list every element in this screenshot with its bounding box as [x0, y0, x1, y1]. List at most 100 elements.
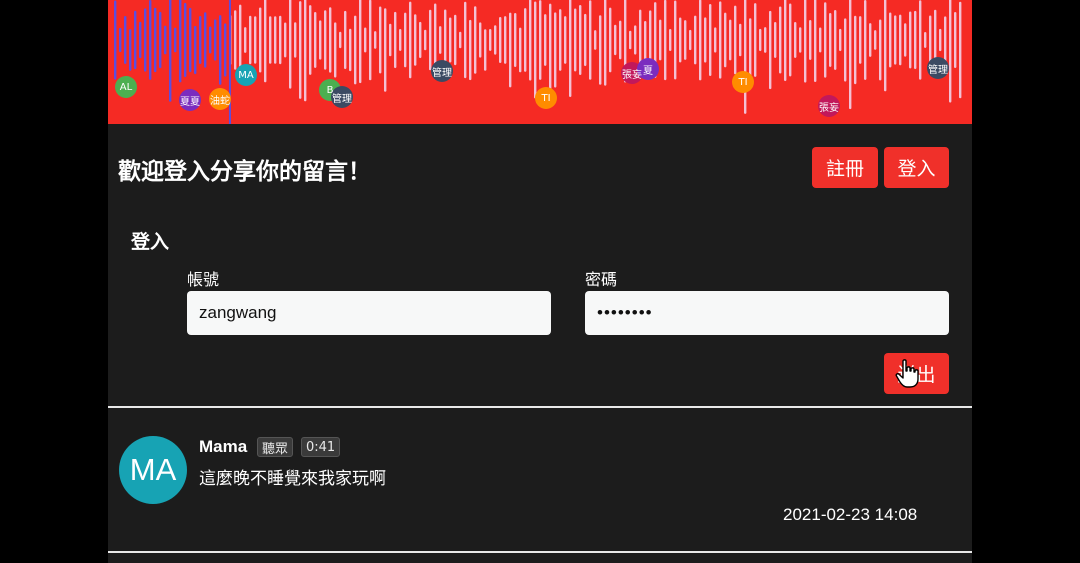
- waveform-bar: [254, 16, 257, 64]
- waveform-bar: [484, 29, 487, 71]
- waveform-bar: [169, 0, 172, 102]
- waveform-bar: [344, 10, 347, 70]
- waveform-bar: [834, 10, 837, 70]
- comment-marker-avatar[interactable]: MA: [235, 64, 257, 86]
- waveform-bar: [449, 17, 452, 63]
- comment-marker-label: 油蛇: [210, 95, 230, 107]
- comment-marker-label: 管理: [332, 93, 352, 105]
- waveform-bar: [629, 30, 632, 50]
- comment-marker-avatar[interactable]: 張妄: [621, 62, 643, 84]
- waveform-bar: [174, 27, 177, 53]
- comment-marker-avatar[interactable]: 管理: [431, 60, 453, 82]
- waveform-bar: [609, 7, 612, 73]
- waveform-bar: [334, 22, 337, 78]
- comment-marker-label: 張妄: [819, 102, 839, 114]
- waveform-bar: [694, 15, 697, 65]
- waveform-bar: [839, 28, 842, 52]
- waveform-bar: [149, 0, 152, 80]
- waveform-bar: [499, 16, 502, 64]
- login-form-heading: 登入: [131, 231, 170, 253]
- waveform-bar: [164, 25, 167, 55]
- password-input[interactable]: [585, 291, 949, 335]
- section-divider: [108, 551, 972, 553]
- waveform-bar: [199, 15, 202, 65]
- waveform-bar: [314, 12, 317, 68]
- login-button[interactable]: 登入: [884, 147, 949, 188]
- comment-marker-avatar[interactable]: AL: [115, 76, 137, 98]
- waveform-bar: [939, 28, 942, 52]
- comment-marker-avatar[interactable]: 張妄: [818, 95, 840, 117]
- waveform-bar: [539, 0, 542, 80]
- page-title: 歡迎登入分享你的留言！: [118, 159, 371, 185]
- waveform-bar: [754, 3, 757, 77]
- waveform-bar: [719, 1, 722, 79]
- waveform-bar: [269, 16, 272, 64]
- waveform-bar: [949, 0, 952, 103]
- waveform-bar: [744, 0, 747, 114]
- waveform-bar: [309, 5, 312, 75]
- waveform-bar: [709, 3, 712, 77]
- waveform-bar: [544, 14, 547, 66]
- waveform-bar: [419, 21, 422, 59]
- waveform-bar: [534, 1, 537, 99]
- avatar: MA: [119, 436, 187, 504]
- comment-marker-avatar[interactable]: TI: [535, 87, 557, 109]
- waveform-bar: [324, 10, 327, 70]
- waveform-bar: [294, 22, 297, 58]
- waveform-bar: [354, 15, 357, 85]
- app-container: AL 夏夏 油蛇 MA B 管理 管理 TI 張妄夏 TI 張妄 管理 歡迎登入分享你的留言！ 註冊 …: [108, 0, 972, 563]
- waveform-bar: [634, 25, 637, 55]
- waveform-bar: [429, 9, 432, 71]
- waveform-bar: [954, 11, 957, 69]
- waveform-bar: [909, 11, 912, 69]
- waveform-bar: [399, 29, 402, 51]
- waveform-bar: [129, 29, 132, 71]
- waveform-bar: [479, 22, 482, 58]
- waveform-bar: [304, 0, 307, 102]
- waveform-bar: [889, 12, 892, 68]
- comment-marker-label: AL: [119, 81, 133, 93]
- waveform-bar: [554, 12, 557, 88]
- waveform-bar: [119, 27, 122, 53]
- register-button[interactable]: 註冊: [812, 147, 878, 188]
- waveform-bar: [759, 28, 762, 52]
- comment-marker-avatar[interactable]: TI: [732, 71, 754, 93]
- waveform-bar: [139, 21, 142, 59]
- waveform-bar: [804, 0, 807, 83]
- comment-marker-avatar[interactable]: 油蛇: [209, 88, 231, 110]
- waveform-bar: [509, 12, 512, 88]
- waveform-bar: [904, 23, 907, 57]
- waveform-bar: [194, 25, 197, 75]
- waveform-bar: [564, 16, 567, 64]
- comment-marker-avatar[interactable]: 管理: [331, 86, 353, 108]
- waveform-bar: [614, 24, 617, 56]
- audio-waveform[interactable]: AL 夏夏 油蛇 MA B 管理 管理 TI 張妄夏 TI 張妄 管理: [108, 0, 972, 124]
- waveform-bar: [134, 10, 137, 70]
- waveform-bar: [734, 5, 737, 75]
- waveform-bar: [879, 19, 882, 81]
- waveform-bar: [619, 20, 622, 60]
- waveform-bar: [519, 27, 522, 73]
- waveform-bar: [214, 19, 217, 61]
- waveform-bar: [959, 1, 962, 99]
- comment-marker-avatar[interactable]: 夏夏: [179, 89, 201, 111]
- waveform-bar: [289, 0, 292, 89]
- waveform-bar: [329, 7, 332, 73]
- username-input[interactable]: [187, 291, 551, 335]
- waveform-bar: [664, 0, 667, 81]
- waveform-bar: [404, 12, 407, 68]
- comment-marker-label: 夏夏: [180, 96, 200, 108]
- waveform-bar: [869, 23, 872, 57]
- waveform-bar: [189, 7, 192, 73]
- waveform-bar: [529, 0, 532, 81]
- waveform-bar: [569, 0, 572, 98]
- waveform-bar: [794, 22, 797, 58]
- comment-time-tag[interactable]: 0:41: [301, 437, 341, 457]
- comment-marker-avatar[interactable]: 管理: [927, 57, 949, 79]
- waveform-bar: [409, 1, 412, 79]
- waveform-bar: [514, 12, 517, 68]
- waveform-bar: [844, 18, 847, 82]
- comment-marker-label: 夏: [643, 65, 653, 77]
- waveform-bar: [594, 30, 597, 50]
- waveform-bar: [349, 28, 352, 72]
